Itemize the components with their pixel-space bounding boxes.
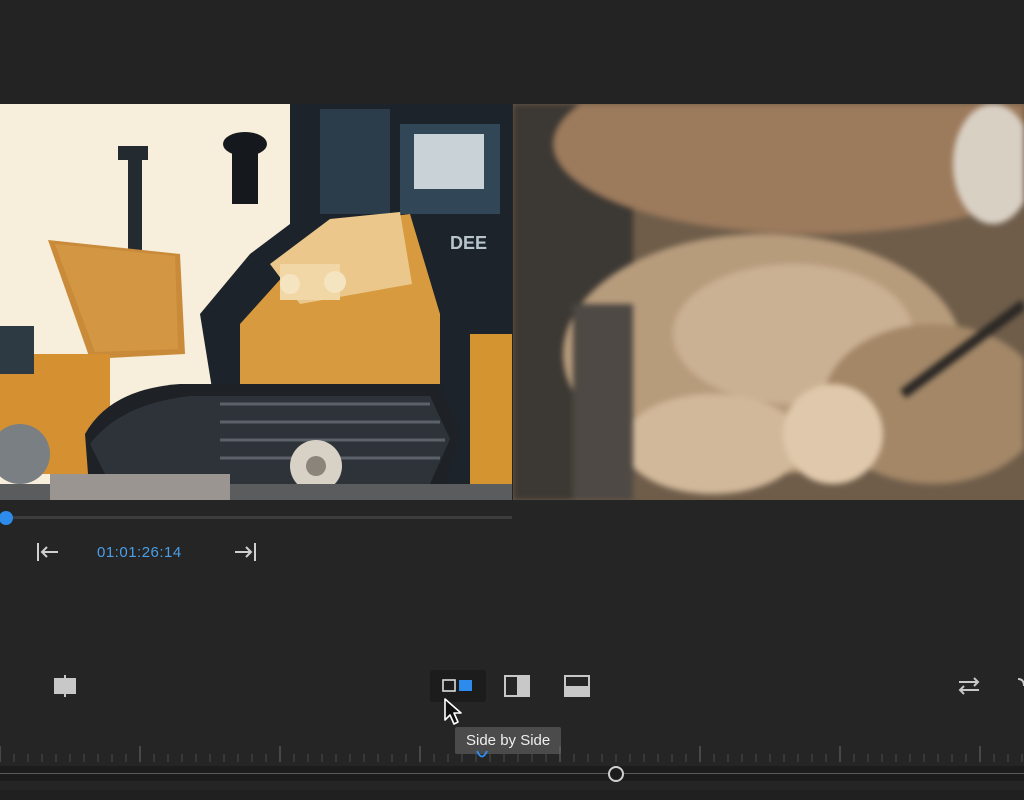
go-to-in-button[interactable] xyxy=(35,540,61,564)
split-view-button[interactable] xyxy=(50,670,80,702)
swap-sides-button[interactable] xyxy=(954,670,984,702)
vertical-split-icon xyxy=(504,675,530,697)
bulldozer-frame: DEE xyxy=(0,104,512,500)
vertical-split-button[interactable] xyxy=(501,670,533,702)
bottom-strip xyxy=(0,790,1024,800)
horizontal-split-icon xyxy=(564,675,590,697)
overflow-control-button[interactable] xyxy=(1012,670,1024,702)
horizontal-split-button[interactable] xyxy=(561,670,593,702)
timeline-range-line xyxy=(0,773,1024,774)
curve-arrow-icon xyxy=(1017,678,1024,687)
side-by-side-icon xyxy=(442,679,472,692)
reference-viewer[interactable]: DEE xyxy=(0,104,512,500)
playhead-handle[interactable] xyxy=(0,511,13,525)
go-to-out-button[interactable] xyxy=(232,540,258,564)
top-panel xyxy=(0,0,1024,104)
split-view-icon xyxy=(54,675,76,697)
timeline-range-handle[interactable] xyxy=(608,766,624,782)
mouse-cursor-icon xyxy=(444,698,462,725)
go-to-out-icon xyxy=(235,543,256,561)
current-timecode[interactable]: 01:01:26:14 xyxy=(97,544,182,561)
svg-text:DEE: DEE xyxy=(450,233,487,253)
transport-bar: 01:01:26:14 xyxy=(0,536,512,570)
craft-closeup-frame xyxy=(513,104,1024,500)
timeline-marker-icon xyxy=(476,750,488,758)
scrub-track[interactable] xyxy=(0,516,512,519)
comparison-viewer[interactable] xyxy=(513,104,1024,500)
swap-sides-icon xyxy=(958,677,980,695)
timeline-ruler[interactable] xyxy=(0,742,1024,768)
go-to-in-icon xyxy=(37,543,58,561)
